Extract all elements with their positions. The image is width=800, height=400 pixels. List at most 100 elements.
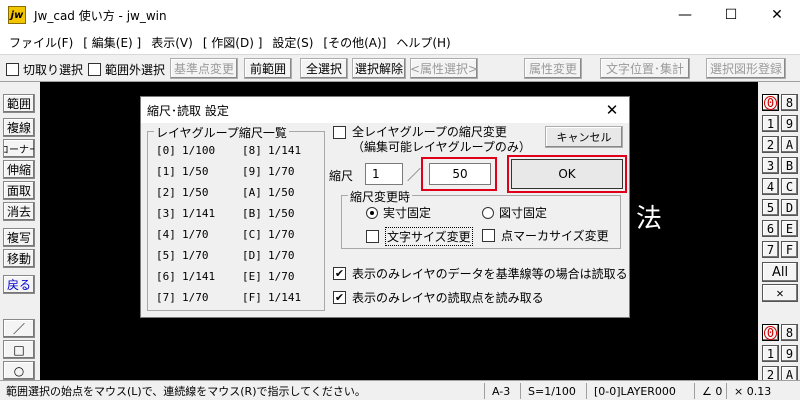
attr-select-button[interactable]: <属性選択> <box>410 58 478 79</box>
layer-panel: 0 1 2 3 4 5 6 7 8 9 A B C D E F All ✕ 0 … <box>758 82 800 383</box>
layer-button-9[interactable]: 9 <box>781 345 798 362</box>
dialog-close-button[interactable]: ✕ <box>601 100 623 120</box>
layer-group-button-5[interactable]: 5 <box>762 199 779 216</box>
tool-chamfer[interactable]: 面取 <box>3 181 35 200</box>
tool-line-icon[interactable]: ／ <box>3 319 35 338</box>
tool-range[interactable]: 範囲 <box>3 94 35 113</box>
layer-scale-id: [D] <box>242 249 262 262</box>
checkbox-box[interactable] <box>366 230 379 243</box>
layer-button-1[interactable]: 1 <box>762 345 779 362</box>
layer-group-button-2[interactable]: 2 <box>762 136 779 153</box>
read-display-only-points-checkbox[interactable]: ✔ 表示のみレイヤの読取点を読み取る <box>333 289 544 306</box>
base-point-change-button[interactable]: 基準点変更 <box>170 58 238 79</box>
checkbox-box[interactable] <box>333 126 346 139</box>
radio-circle[interactable] <box>366 206 378 219</box>
register-shape-button[interactable]: 選択図形登録 <box>706 58 786 79</box>
checkbox-box[interactable]: ✔ <box>333 291 346 304</box>
status-message: 範囲選択の始点をマウス(L)で、連続線をマウス(R)で指示してください。 <box>6 385 366 398</box>
scale-denominator-input[interactable]: 50 <box>429 163 491 185</box>
layer-scale-value: 1/70 <box>182 291 209 304</box>
all-layers-button[interactable]: All <box>762 262 798 282</box>
radio-circle[interactable] <box>482 206 494 219</box>
actual-size-fixed-label: 実寸固定 <box>383 206 432 220</box>
layer-scale-value: 1/141 <box>182 207 216 220</box>
layer-scale-value: 1/70 <box>182 249 209 262</box>
close-window-button[interactable]: ✕ <box>754 0 800 30</box>
status-scale[interactable]: S=1/100 <box>528 383 576 399</box>
layer-group-button-8[interactable]: 8 <box>781 94 798 111</box>
scale-read-settings-dialog: 縮尺･読取 設定 ✕ レイヤグループ縮尺一覧 [0] 1/100 [1] 1/50 [2… <box>140 96 630 318</box>
layer-scale-value: 1/141 <box>268 291 302 304</box>
drawing-size-fixed-radio[interactable]: 図寸固定 <box>482 204 547 221</box>
prev-range-button[interactable]: 前範囲 <box>244 58 292 79</box>
tool-parallel-line[interactable]: 複線 <box>3 118 35 137</box>
minimize-button[interactable]: — <box>662 0 708 30</box>
tool-undo[interactable]: 戻る <box>3 275 35 294</box>
deselect-button[interactable]: 選択解除 <box>352 58 406 79</box>
layer-group-button-d[interactable]: D <box>781 199 798 216</box>
ok-button[interactable]: OK <box>511 159 623 189</box>
checkbox-box[interactable]: ✔ <box>333 267 346 280</box>
menu-file[interactable]: ファイル(F) <box>4 34 78 51</box>
layer-group-button-1[interactable]: 1 <box>762 115 779 132</box>
status-paper-size[interactable]: A-3 <box>492 383 510 399</box>
layer-group-button-9[interactable]: 9 <box>781 115 798 132</box>
layer-scale-value: 1/70 <box>182 228 209 241</box>
cancel-button[interactable]: キャンセル <box>545 126 623 148</box>
menu-help[interactable]: ヘルプ(H) <box>391 34 455 51</box>
layer-group-button-c[interactable]: C <box>781 178 798 195</box>
layer-scale-value: 1/70 <box>268 249 295 262</box>
select-all-button[interactable]: 全選択 <box>300 58 348 79</box>
layer-group-button-b[interactable]: B <box>781 157 798 174</box>
all-layer-group-scale-change-checkbox[interactable]: 全レイヤグループの縮尺変更 （編集可能レイヤグループのみ） <box>333 125 531 155</box>
text-pos-tally-button[interactable]: 文字位置･集計 <box>600 58 690 79</box>
layer-group-button-7[interactable]: 7 <box>762 241 779 258</box>
layer-scale-id: [0] <box>156 144 176 157</box>
status-multiplier[interactable]: × 0.13 <box>734 383 771 399</box>
layer-group-button-4[interactable]: 4 <box>762 178 779 195</box>
crop-select-checkbox[interactable]: 切取り選択 <box>6 59 83 79</box>
tool-copy[interactable]: 複写 <box>3 228 35 247</box>
menu-other[interactable]: [その他(A)] <box>318 34 391 51</box>
outside-range-select-checkbox[interactable]: 範囲外選択 <box>88 59 165 79</box>
scale-numerator-input[interactable]: 1 <box>365 163 403 185</box>
layer-button-0[interactable]: 0 <box>762 324 779 341</box>
tool-corner[interactable]: コーナー <box>3 139 35 158</box>
layer-group-button-0[interactable]: 0 <box>762 94 779 111</box>
tool-extend[interactable]: 伸縮 <box>3 160 35 179</box>
maximize-button[interactable]: ☐ <box>708 0 754 30</box>
menu-draw[interactable]: [ 作図(D) ] <box>198 34 268 51</box>
layer-button-8[interactable]: 8 <box>781 324 798 341</box>
point-marker-size-change-checkbox[interactable]: 点マーカサイズ変更 <box>482 227 609 244</box>
tool-move[interactable]: 移動 <box>3 249 35 268</box>
checkbox-box[interactable] <box>482 229 495 242</box>
window-title: Jw_cad 使い方 - jw_win <box>34 8 167 23</box>
label-line-2: （編集可能レイヤグループのみ） <box>352 140 531 154</box>
checkbox-box[interactable] <box>88 62 101 76</box>
checkbox-box[interactable] <box>6 62 19 76</box>
read-display-only-baseline-checkbox[interactable]: ✔ 表示のみレイヤのデータを基準線等の場合は読取る <box>333 265 628 282</box>
menu-edit[interactable]: [ 編集(E) ] <box>78 34 146 51</box>
text-size-change-checkbox[interactable]: 文字サイズ変更 <box>366 227 473 246</box>
layer-scale-value: 1/50 <box>268 186 295 199</box>
menu-settings[interactable]: 設定(S) <box>267 34 318 51</box>
x-button[interactable]: ✕ <box>762 284 798 302</box>
menu-view[interactable]: 表示(V) <box>146 34 198 51</box>
layer-group-button-a[interactable]: A <box>781 136 798 153</box>
status-divider <box>726 383 727 399</box>
tool-circle-icon[interactable]: ○ <box>3 361 35 380</box>
scale-label: 縮尺 <box>329 169 354 183</box>
status-angle[interactable]: ∠ 0 <box>702 383 722 399</box>
layer-group-button-3[interactable]: 3 <box>762 157 779 174</box>
layer-scale-id: [7] <box>156 291 176 304</box>
tool-rectangle-icon[interactable]: □ <box>3 340 35 359</box>
title-bar: jw Jw_cad 使い方 - jw_win — ☐ ✕ <box>0 0 800 30</box>
actual-size-fixed-radio[interactable]: 実寸固定 <box>366 204 431 221</box>
layer-group-button-e[interactable]: E <box>781 220 798 237</box>
attr-change-button[interactable]: 属性変更 <box>524 58 582 79</box>
status-layer[interactable]: [0-0]LAYER000 <box>594 383 676 399</box>
dialog-title-bar: 縮尺･読取 設定 <box>141 97 629 123</box>
layer-group-button-6[interactable]: 6 <box>762 220 779 237</box>
layer-group-button-f[interactable]: F <box>781 241 798 258</box>
tool-erase[interactable]: 消去 <box>3 202 35 221</box>
